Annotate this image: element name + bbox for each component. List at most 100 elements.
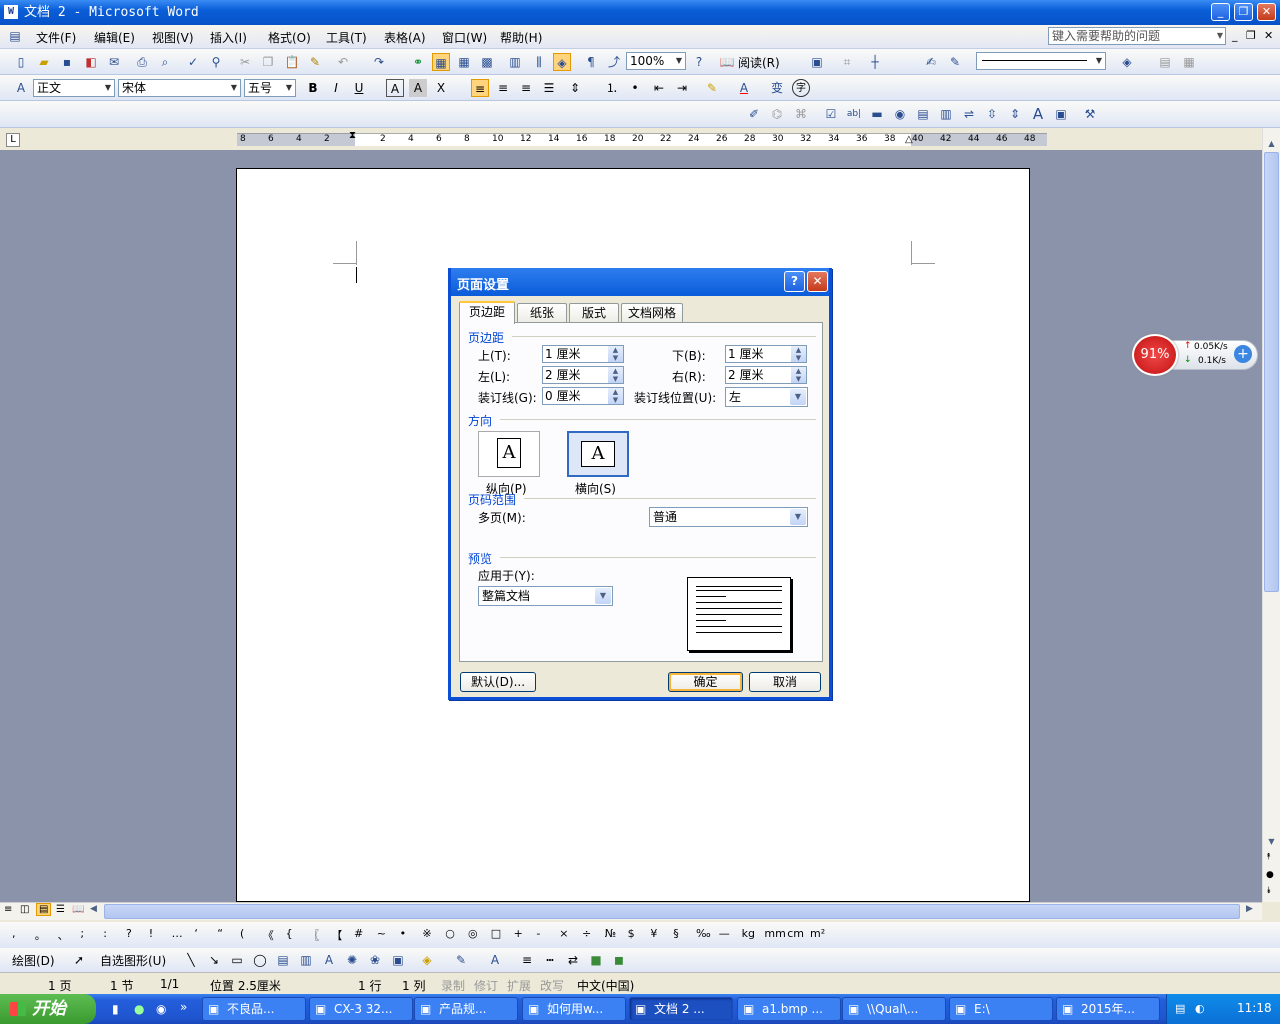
top-margin-input[interactable]: 1 厘米 ▲ ▼ — [542, 345, 624, 363]
clock[interactable]: 11:18 — [1237, 1001, 1272, 1015]
dialog-close-button[interactable]: ✕ — [807, 271, 828, 292]
zoom-select[interactable]: 100% ▼ — [626, 52, 686, 70]
forms-icon[interactable]: ✎ — [946, 53, 964, 71]
font-size-select[interactable]: 五号 ▼ — [244, 79, 296, 97]
combo-control-icon[interactable]: ▥ — [937, 105, 955, 123]
properties-icon[interactable]: ⌬ — [768, 105, 786, 123]
close-button[interactable]: ✕ — [1257, 3, 1276, 21]
align-right-icon[interactable]: ≡ — [517, 79, 535, 97]
read-button[interactable]: 阅读(R) — [738, 54, 780, 71]
symbol-button[interactable]: § — [673, 927, 679, 940]
button-control-icon[interactable]: ▬ — [868, 105, 886, 123]
symbol-button[interactable]: mm — [764, 927, 785, 940]
cut-icon[interactable]: ✂ — [236, 53, 254, 71]
text-color-icon[interactable]: A — [486, 951, 504, 969]
symbol-button[interactable]: 。 — [35, 927, 46, 943]
enclose-char-icon[interactable]: 字 — [792, 79, 810, 97]
horizontal-ruler[interactable]: L 8 6 4 2 2 4 6 8 10 12 14 16 18 20 22 24 26 28 30 32 34 36 38… — [0, 128, 1262, 150]
decrease-indent-icon[interactable]: ⇤ — [650, 79, 668, 97]
research-icon[interactable]: ⚲ — [207, 53, 225, 71]
gutter-spinner-icon[interactable]: ▲ ▼ — [608, 388, 623, 404]
horizontal-scrollbar[interactable]: ≡ ◫ ▤ ☰ 📖 ◀ ▶ — [0, 902, 1262, 920]
scroll-thumb[interactable] — [1264, 152, 1279, 592]
symbol-button[interactable]: ~ — [377, 927, 386, 940]
status-ext[interactable]: 扩展 — [507, 977, 531, 994]
menu-file[interactable]: 文件(F) — [36, 29, 76, 46]
wordart-icon[interactable]: A — [320, 951, 338, 969]
char-scale-icon[interactable]: X — [432, 79, 450, 97]
network-tray-icon[interactable]: ◐ — [1195, 1002, 1205, 1015]
default-button[interactable]: 默认(D)... — [460, 672, 536, 692]
symbol-button[interactable]: 、 — [58, 927, 69, 943]
symbol-button[interactable]: : — [103, 927, 107, 940]
quicklaunch-desktop-icon[interactable]: ▮ — [112, 1002, 119, 1016]
network-speed-widget[interactable]: 91% ↑ 0.05K/s ↓ 0.1K/s + — [1132, 334, 1258, 376]
align-justify-icon[interactable]: ≡ — [471, 79, 489, 97]
start-button[interactable]: 开始 — [0, 994, 96, 1024]
distributed-icon[interactable]: ☰ — [540, 79, 558, 97]
autoshapes-button[interactable]: 自选图形(U) — [100, 952, 166, 969]
fill-color-icon[interactable]: ◈ — [1118, 53, 1136, 71]
clipart-icon[interactable]: ❀ — [366, 951, 384, 969]
drawing-icon[interactable]: ⫼ — [530, 53, 548, 71]
draw-line-icon[interactable]: ╲ — [182, 951, 200, 969]
apply-to-select[interactable]: 整篇文档 ▼ — [478, 586, 613, 606]
view-code-icon[interactable]: ⌘ — [792, 105, 810, 123]
symbol-button[interactable]: … — [172, 927, 183, 940]
taskbar-item[interactable]: ▣ \\Qual\... — [842, 997, 946, 1021]
table-icon-a[interactable]: ▤ — [1156, 53, 1174, 71]
ok-button[interactable]: 确定 — [668, 672, 743, 692]
left-margin-spinner-icon[interactable]: ▲ ▼ — [608, 367, 623, 383]
picture-icon[interactable]: ▣ — [808, 53, 826, 71]
symbol-button[interactable]: ÷ — [582, 927, 591, 940]
normal-view-icon[interactable]: ≡ — [4, 904, 12, 915]
textbox-control-icon[interactable]: ab| — [845, 105, 863, 123]
insert-excel-icon[interactable]: ▩ — [478, 53, 496, 71]
line-icon[interactable]: ┼ — [866, 53, 884, 71]
status-trk[interactable]: 修订 — [474, 977, 498, 994]
next-page-icon[interactable]: ⯯ — [1266, 886, 1271, 896]
keyboard-tray-icon[interactable]: ▤ — [1175, 1002, 1185, 1015]
line-style-icon[interactable]: ≡ — [518, 951, 536, 969]
taskbar-item[interactable]: ▣ 文档 2 ... — [629, 997, 733, 1021]
document-map-icon[interactable]: ◈ — [553, 53, 571, 71]
insert-picture-icon[interactable]: ▣ — [389, 951, 407, 969]
browse-object-icon[interactable]: ● — [1266, 870, 1274, 880]
apply-to-dropdown-icon[interactable]: ▼ — [595, 588, 611, 604]
dash-style-icon[interactable]: ┅ — [541, 951, 559, 969]
symbol-button[interactable]: ※ — [422, 927, 431, 940]
checkbox-control-icon[interactable]: ☑ — [822, 105, 840, 123]
increase-indent-icon[interactable]: ⇥ — [673, 79, 691, 97]
menu-edit[interactable]: 编辑(E) — [94, 29, 135, 46]
bullets-icon[interactable]: • — [626, 79, 644, 97]
menu-insert[interactable]: 插入(I) — [210, 29, 247, 46]
draw-arrow-icon[interactable]: ↘ — [205, 951, 223, 969]
symbol-button[interactable]: 〖 — [308, 927, 319, 943]
doc-minimize-button[interactable]: _ — [1232, 29, 1238, 42]
table-icon-b[interactable]: ▦ — [1180, 53, 1198, 71]
italic-icon[interactable]: I — [327, 79, 345, 97]
widget-plus-icon[interactable]: + — [1234, 345, 1252, 363]
toggle-control-icon[interactable]: ⇌ — [960, 105, 978, 123]
tab-selector-icon[interactable]: L — [6, 133, 20, 147]
portrait-option[interactable]: A — [478, 431, 540, 477]
symbol-button[interactable]: ; — [80, 927, 84, 940]
doc-close-button[interactable]: ✕ — [1264, 29, 1273, 42]
font-color-icon[interactable]: A — [735, 79, 753, 97]
symbol-button[interactable]: $ — [628, 927, 635, 940]
help-search-input[interactable]: 键入需要帮助的问题 ▼ — [1048, 27, 1226, 45]
restore-button[interactable]: ❐ — [1234, 3, 1253, 21]
draw-menu-button[interactable]: 绘图(D) — [12, 952, 55, 969]
label-control-icon[interactable]: A — [1029, 105, 1047, 123]
symbol-button[interactable]: № — [605, 927, 616, 940]
highlight-icon[interactable]: ✎ — [703, 79, 721, 97]
spin-control-icon[interactable]: ⇕ — [1006, 105, 1024, 123]
left-margin-input[interactable]: 2 厘米 ▲ ▼ — [542, 366, 624, 384]
doc-menu-icon[interactable]: ▤ — [6, 27, 24, 45]
print-icon[interactable]: ⎙ — [133, 53, 151, 71]
undo-icon[interactable]: ↶ — [334, 53, 352, 71]
gutter-position-select[interactable]: 左 ▼ — [725, 387, 808, 407]
taskbar-item[interactable]: ▣ 产品规... — [414, 997, 518, 1021]
permission-icon[interactable]: ◧ — [82, 53, 100, 71]
shadow-icon[interactable]: ■ — [587, 951, 605, 969]
